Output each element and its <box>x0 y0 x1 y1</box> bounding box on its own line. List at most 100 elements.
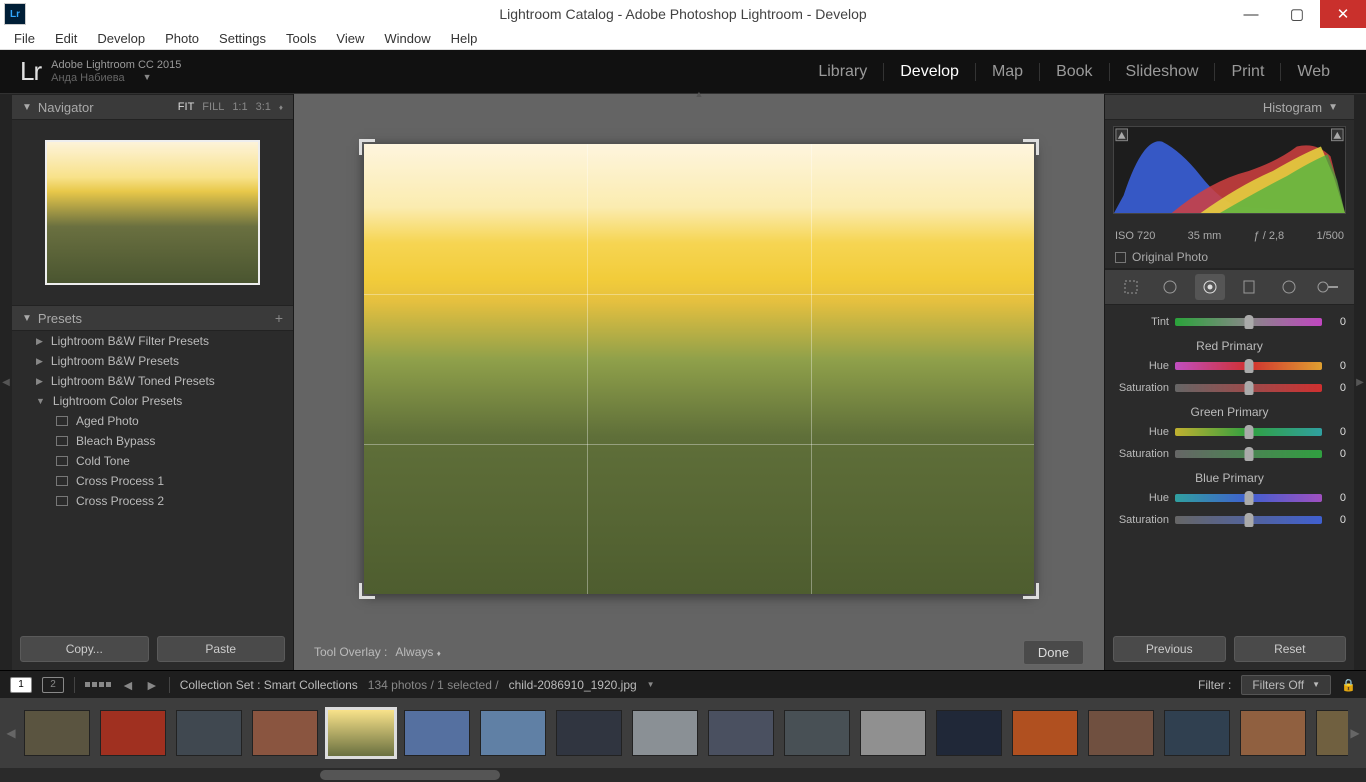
radial-tool-icon[interactable] <box>1274 274 1304 300</box>
crop-handle-tl[interactable] <box>359 139 377 157</box>
original-photo-checkbox[interactable] <box>1115 252 1126 263</box>
histogram[interactable] <box>1105 120 1354 226</box>
filmstrip-thumb[interactable] <box>176 710 242 756</box>
filename-dropdown-icon[interactable]: ▼ <box>647 680 655 689</box>
module-develop[interactable]: Develop <box>884 63 976 81</box>
module-web[interactable]: Web <box>1281 63 1346 81</box>
blue-hue-slider[interactable]: Hue 0 <box>1113 487 1346 509</box>
close-button[interactable]: ✕ <box>1320 0 1366 28</box>
blue-sat-slider[interactable]: Saturation 0 <box>1113 509 1346 531</box>
add-preset-icon[interactable]: + <box>275 310 283 326</box>
red-hue-slider[interactable]: Hue 0 <box>1113 355 1346 377</box>
done-button[interactable]: Done <box>1023 640 1084 665</box>
menu-settings[interactable]: Settings <box>211 29 274 48</box>
redeye-tool-icon[interactable] <box>1195 274 1225 300</box>
filmstrip-thumb[interactable] <box>404 710 470 756</box>
filmstrip-thumb[interactable] <box>1240 710 1306 756</box>
filmstrip-thumb[interactable] <box>1012 710 1078 756</box>
module-library[interactable]: Library <box>802 63 884 81</box>
filmstrip-thumb[interactable] <box>1088 710 1154 756</box>
filmstrip-thumb[interactable] <box>1316 710 1348 756</box>
filter-lock-icon[interactable]: 🔒 <box>1341 678 1356 692</box>
zoom-fill[interactable]: FILL <box>202 101 224 113</box>
right-panel-collapse[interactable]: ▶ <box>1354 94 1366 670</box>
filmstrip-thumb[interactable] <box>784 710 850 756</box>
copy-button[interactable]: Copy... <box>20 636 149 662</box>
histogram-header[interactable]: Histogram ▼ <box>1105 94 1354 120</box>
module-print[interactable]: Print <box>1215 63 1281 81</box>
presets-header[interactable]: ▼ Presets + <box>12 305 293 331</box>
green-hue-slider[interactable]: Hue 0 <box>1113 421 1346 443</box>
previous-button[interactable]: Previous <box>1113 636 1226 662</box>
maximize-button[interactable]: ▢ <box>1274 0 1320 28</box>
zoom-3-1[interactable]: 3:1 <box>256 101 271 113</box>
collection-path[interactable]: Collection Set : Smart Collections <box>180 678 358 692</box>
menu-window[interactable]: Window <box>376 29 438 48</box>
current-filename[interactable]: child-2086910_1920.jpg <box>509 678 637 692</box>
menu-file[interactable]: File <box>6 29 43 48</box>
navigator-header[interactable]: ▼ Navigator FITFILL1:13:1♦ <box>12 94 293 120</box>
primary-monitor-icon[interactable]: 1 <box>10 677 32 693</box>
spot-tool-icon[interactable] <box>1155 274 1185 300</box>
paste-button[interactable]: Paste <box>157 636 286 662</box>
preset-folder[interactable]: ▼Lightroom Color Presets <box>12 391 293 411</box>
gradient-tool-icon[interactable] <box>1234 274 1264 300</box>
filmstrip-thumb[interactable] <box>480 710 546 756</box>
crop-handle-bl[interactable] <box>359 581 377 599</box>
filmstrip-thumb[interactable] <box>24 710 90 756</box>
filmstrip-thumb[interactable] <box>632 710 698 756</box>
identity-dropdown-icon[interactable]: ▼ <box>143 73 152 83</box>
filmstrip-thumb[interactable] <box>936 710 1002 756</box>
preset-item[interactable]: Cross Process 2 <box>12 491 293 511</box>
crop-handle-br[interactable] <box>1021 581 1039 599</box>
zoom-fit[interactable]: FIT <box>178 101 195 113</box>
module-slideshow[interactable]: Slideshow <box>1110 63 1216 81</box>
photo-canvas[interactable] <box>364 144 1034 594</box>
filmstrip-right-arrow[interactable]: ▶ <box>1348 726 1362 740</box>
minimize-button[interactable]: — <box>1228 0 1274 28</box>
preset-item[interactable]: Cold Tone <box>12 451 293 471</box>
tool-overlay-dropdown[interactable]: Always ♦ <box>395 645 440 659</box>
zoom-more-icon[interactable]: ♦ <box>279 103 283 112</box>
crop-tool-icon[interactable] <box>1116 274 1146 300</box>
brush-tool-icon[interactable] <box>1313 274 1343 300</box>
filmstrip-thumb[interactable] <box>100 710 166 756</box>
filmstrip-thumb[interactable] <box>708 710 774 756</box>
filmstrip-thumb[interactable] <box>556 710 622 756</box>
nav-fwd-icon[interactable]: ► <box>145 677 159 693</box>
menu-edit[interactable]: Edit <box>47 29 85 48</box>
green-sat-slider[interactable]: Saturation 0 <box>1113 443 1346 465</box>
preset-item[interactable]: Bleach Bypass <box>12 431 293 451</box>
preset-folder[interactable]: ▶Lightroom B&W Presets <box>12 351 293 371</box>
filmstrip-thumb[interactable] <box>328 710 394 756</box>
filmstrip-thumb[interactable] <box>1164 710 1230 756</box>
menu-develop[interactable]: Develop <box>89 29 153 48</box>
zoom-1-1[interactable]: 1:1 <box>232 101 247 113</box>
nav-back-icon[interactable]: ◄ <box>121 677 135 693</box>
menu-tools[interactable]: Tools <box>278 29 324 48</box>
secondary-monitor-icon[interactable]: 2 <box>42 677 64 693</box>
grid-view-icon[interactable] <box>85 682 111 687</box>
left-panel-collapse[interactable]: ◀ <box>0 94 12 670</box>
preset-folder[interactable]: ▶Lightroom B&W Filter Presets <box>12 331 293 351</box>
tint-slider[interactable]: Tint 0 <box>1113 311 1346 333</box>
reset-button[interactable]: Reset <box>1234 636 1347 662</box>
menu-help[interactable]: Help <box>443 29 486 48</box>
red-sat-slider[interactable]: Saturation 0 <box>1113 377 1346 399</box>
filmstrip-thumb[interactable] <box>252 710 318 756</box>
menu-view[interactable]: View <box>328 29 372 48</box>
original-photo-row[interactable]: Original Photo <box>1105 246 1354 269</box>
filmstrip-thumb[interactable] <box>860 710 926 756</box>
filmstrip-left-arrow[interactable]: ◀ <box>4 726 18 740</box>
navigator-preview[interactable] <box>12 120 293 305</box>
module-map[interactable]: Map <box>976 63 1040 81</box>
filter-dropdown[interactable]: Filters Off▼ <box>1241 675 1331 695</box>
top-panel-collapse[interactable]: ▲ <box>695 89 704 99</box>
preset-item[interactable]: Aged Photo <box>12 411 293 431</box>
menu-photo[interactable]: Photo <box>157 29 207 48</box>
crop-handle-tr[interactable] <box>1021 139 1039 157</box>
module-book[interactable]: Book <box>1040 63 1109 81</box>
preset-folder[interactable]: ▶Lightroom B&W Toned Presets <box>12 371 293 391</box>
filmstrip-scrollbar[interactable] <box>0 768 1366 782</box>
preset-item[interactable]: Cross Process 1 <box>12 471 293 491</box>
